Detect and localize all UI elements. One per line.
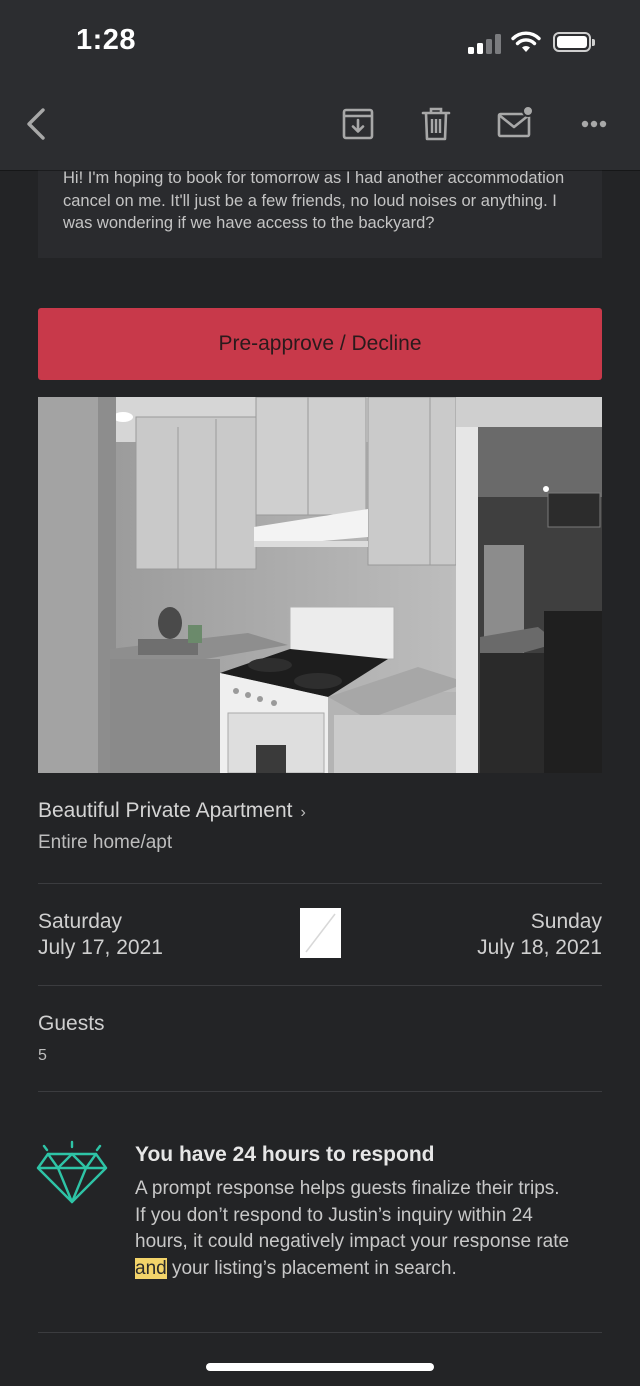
cellular-signal-icon — [468, 34, 502, 54]
diamond-icon — [36, 1140, 108, 1204]
listing-title: Beautiful Private Apartment — [38, 799, 293, 822]
mark-unread-button[interactable] — [493, 102, 537, 146]
checkin-day: Saturday — [38, 910, 123, 933]
delete-button[interactable] — [414, 102, 458, 146]
chevron-left-icon — [27, 108, 45, 140]
archive-button[interactable] — [336, 102, 380, 146]
home-indicator[interactable] — [206, 1363, 434, 1371]
mail-unread-icon — [497, 105, 534, 138]
listing-title-link[interactable]: Beautiful Private Apartment › — [38, 799, 306, 823]
message-line: cancel on me. It'll just be a few friend… — [63, 191, 557, 210]
respond-title: You have 24 hours to respond — [135, 1143, 435, 1166]
respond-line-rest: your listing’s placement in search. — [166, 1257, 457, 1279]
archive-download-icon — [342, 108, 374, 140]
wifi-icon — [511, 31, 541, 52]
pre-approve-decline-button[interactable]: Pre-approve / Decline — [38, 308, 602, 380]
respond-line: and your listing’s placement in search. — [135, 1256, 605, 1283]
checkin-date: July 17, 2021 — [38, 936, 163, 959]
respond-description: A prompt response helps guests finalize … — [135, 1176, 605, 1282]
respond-line: A prompt response helps guests finalize … — [135, 1178, 560, 1199]
guests-count: 5 — [38, 1047, 47, 1064]
top-bar: 1:28 — [0, 0, 640, 170]
listing-photo[interactable] — [38, 397, 602, 773]
highlighted-word: and — [135, 1257, 167, 1279]
divider — [38, 985, 602, 986]
respond-line: If you don’t respond to Justin’s inquiry… — [135, 1204, 533, 1226]
message-line: Hi! I'm hoping to book for tomorrow as I… — [63, 169, 565, 187]
message-line: was wondering if we have access to the b… — [63, 214, 435, 232]
checkout-date: July 18, 2021 — [477, 936, 602, 959]
status-time: 1:28 — [76, 24, 137, 56]
more-options-button[interactable] — [572, 102, 616, 146]
more-horizontal-icon — [581, 120, 607, 128]
guests-label: Guests — [38, 1012, 105, 1035]
divider — [38, 1332, 602, 1333]
divider — [38, 883, 602, 884]
kitchen-photo-image — [38, 397, 602, 773]
screen: 1:28 Hi! I'm hoping to book for tomorrow… — [0, 0, 640, 1386]
message-text: Hi! I'm hoping to book for tomorrow as I… — [63, 167, 588, 235]
divider — [38, 1091, 602, 1092]
listing-type: Entire home/apt — [38, 832, 173, 853]
back-button[interactable] — [16, 102, 60, 146]
battery-icon — [553, 32, 595, 52]
trash-icon — [421, 107, 451, 141]
checkout-day: Sunday — [530, 910, 602, 933]
date-arrow-icon — [300, 908, 341, 958]
chevron-right-icon: › — [300, 804, 306, 821]
respond-line: hours, it could negatively impact your r… — [135, 1231, 570, 1252]
